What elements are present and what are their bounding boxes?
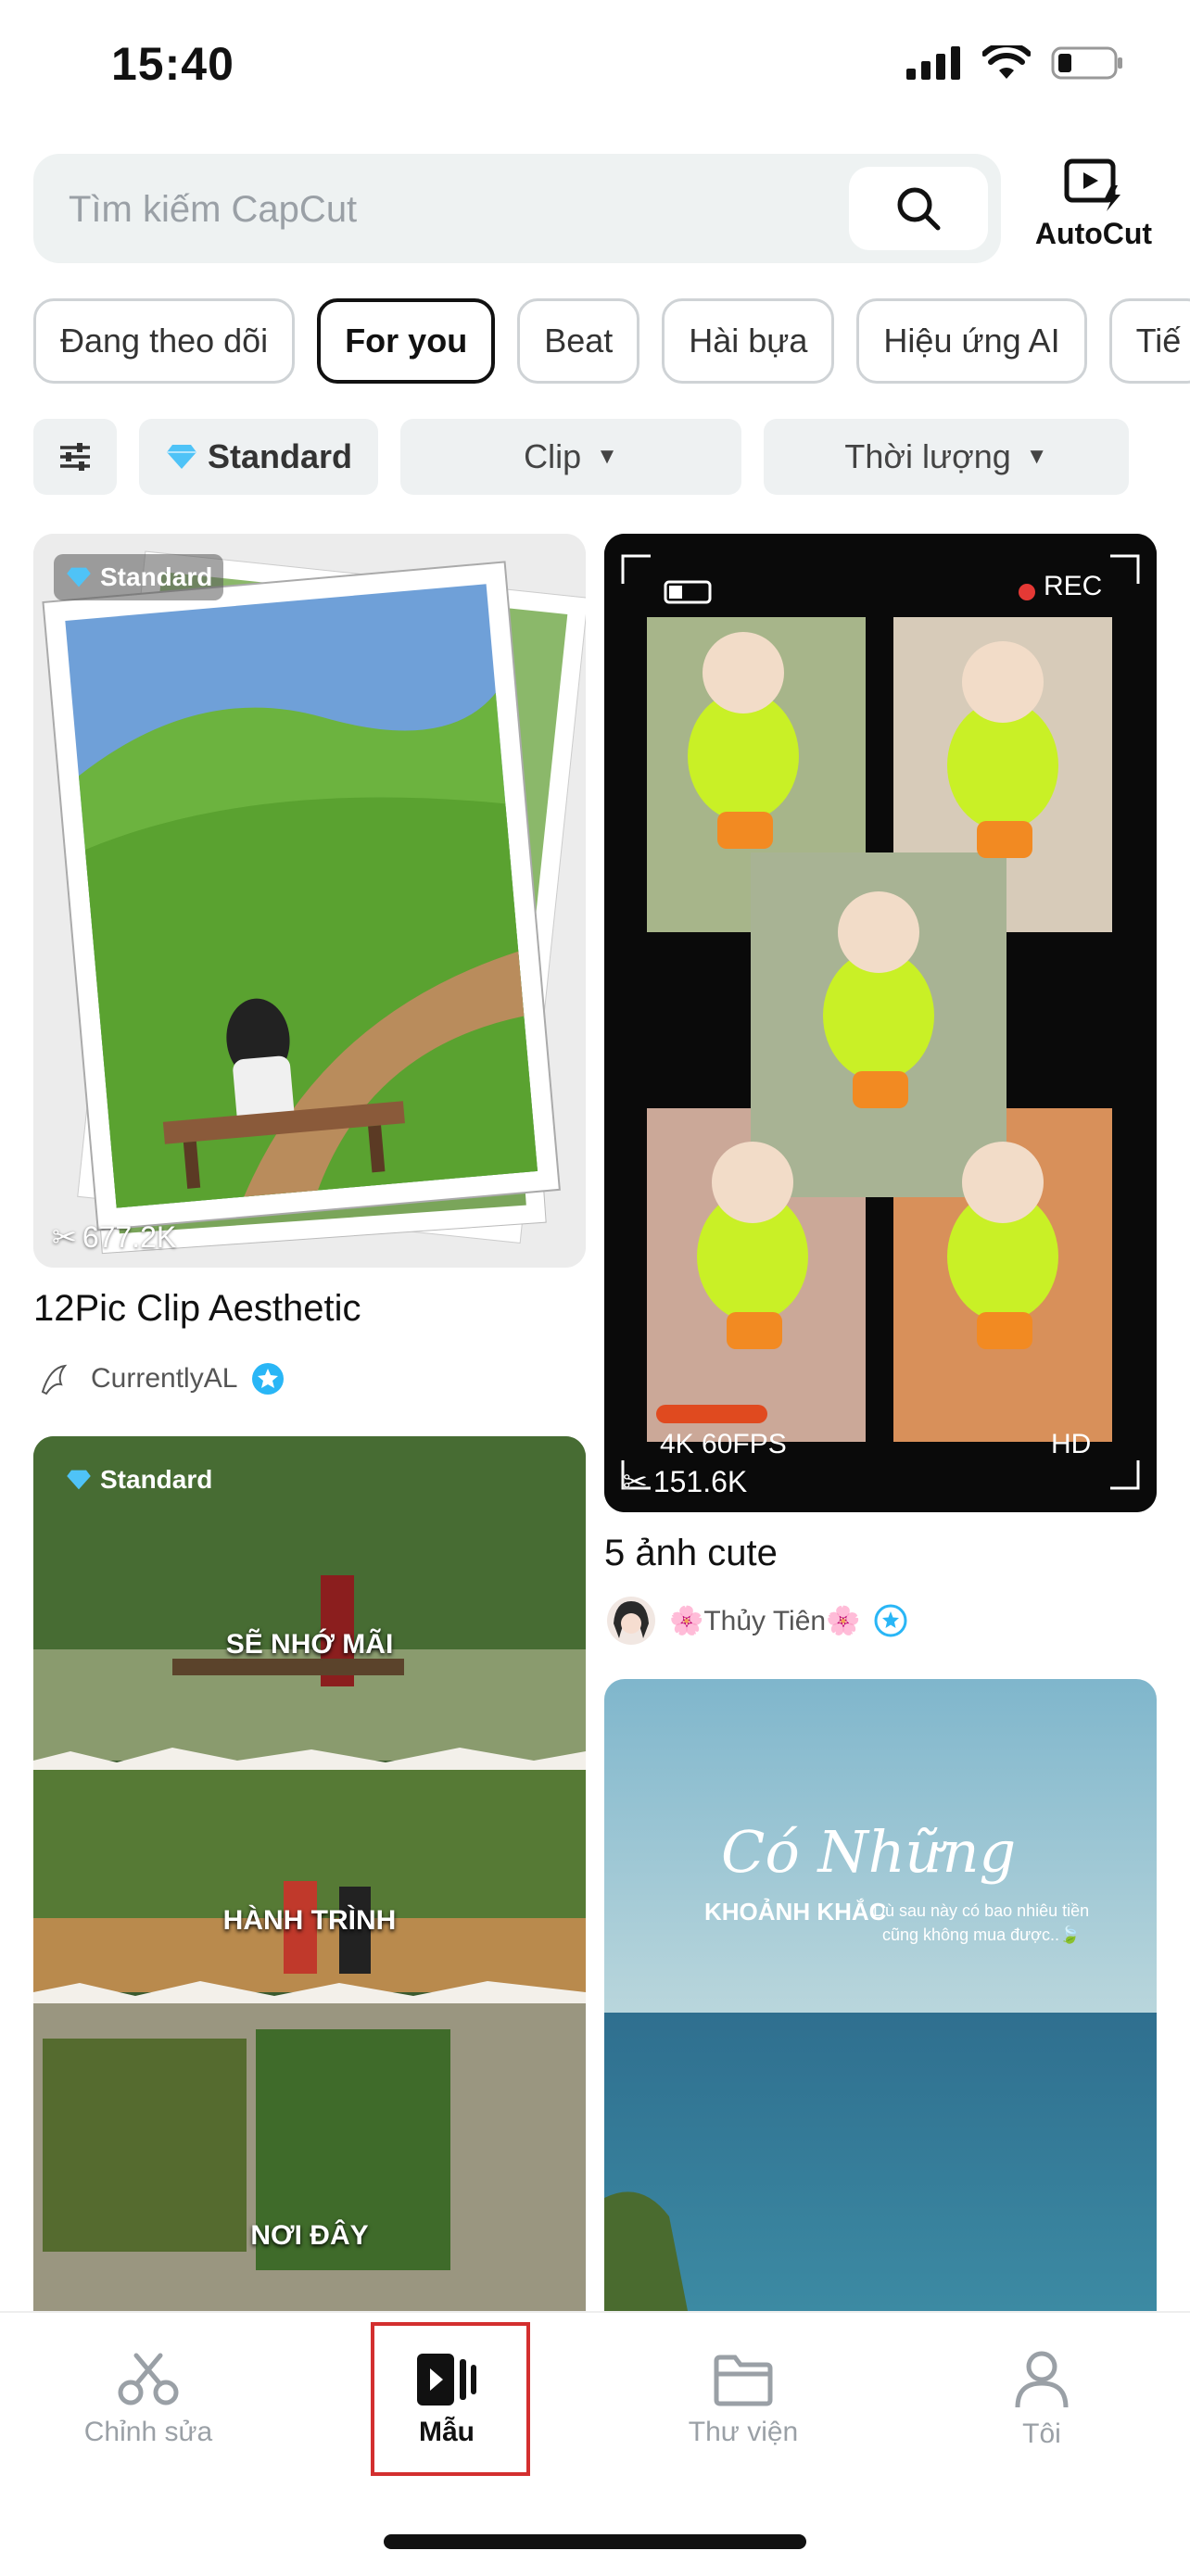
person-icon (1015, 2351, 1069, 2408)
nav-edit[interactable]: Chỉnh sửa (56, 2350, 241, 2448)
view-count: ✂ 151.6K (623, 1464, 747, 1499)
view-count-value: 151.6K (652, 1464, 748, 1498)
autocut-icon (1064, 158, 1120, 211)
search-icon (897, 187, 941, 231)
folder-icon (714, 2355, 773, 2406)
tab-beat[interactable]: Beat (517, 298, 640, 384)
view-count: ✂ 677.2K (52, 1219, 176, 1255)
sliders-icon (60, 443, 90, 471)
autocut-label: AutoCut (1034, 217, 1153, 250)
card-thumbnail-3 (33, 1436, 586, 2311)
status-icons (906, 44, 1125, 82)
tab-ai-effects[interactable]: Hiệu ứng AI (856, 298, 1087, 384)
filter-settings-button[interactable] (33, 419, 117, 495)
card-thumbnail-4 (604, 1679, 1157, 2311)
highlight-box (371, 2322, 530, 2476)
rec-label: REC (1044, 571, 1103, 601)
tab-for-you[interactable]: For you (317, 298, 496, 384)
search-input[interactable] (67, 154, 830, 265)
filter-standard[interactable]: Standard (139, 419, 378, 495)
scissors-icon (118, 2353, 179, 2406)
card-title[interactable]: 12Pic Clip Aesthetic (33, 1288, 361, 1330)
scissors-icon: ✂ (623, 1465, 648, 1498)
fps-label: 4K 60FPS (660, 1429, 787, 1459)
standard-badge-label: Standard (100, 1465, 213, 1494)
nav-library[interactable]: Thư viện (651, 2350, 836, 2448)
template-card[interactable]: Có Những KHOẢNH KHẮC Dù sau này có bao n… (604, 1679, 1157, 2311)
template-card[interactable]: Standard SẼ NHỚ MÃI HÀNH TRÌNH NƠI ĐÂY (33, 1436, 586, 2311)
wifi-icon (982, 45, 1031, 79)
caption: Dù sau này có bao nhiêu tiền (873, 1901, 1090, 1920)
diamond-icon (67, 567, 91, 587)
author-row[interactable]: CurrentlyAL (37, 1358, 285, 1399)
filter-duration-label: Thời lượng (844, 437, 1011, 475)
author-avatar-icon (41, 1364, 68, 1395)
diamond-icon (67, 1470, 91, 1490)
search-bar (33, 154, 1001, 265)
diamond-icon (166, 445, 196, 469)
caret-down-icon: ▼ (1025, 444, 1048, 469)
author-name: CurrentlyAL (91, 1363, 238, 1394)
home-indicator (384, 2534, 806, 2549)
template-card[interactable]: Standard ✂ 677.2K (33, 534, 586, 1268)
signal-icon (906, 46, 960, 80)
scissors-icon: ✂ (52, 1220, 77, 1254)
filter-standard-label: Standard (207, 437, 353, 475)
status-time: 15:40 (111, 38, 234, 90)
subtitle: KHOẢNH KHẮC (704, 1898, 887, 1926)
card-thumbnail-2 (604, 534, 1157, 1512)
overlay-text: SẼ NHỚ MÃI (225, 1629, 394, 1660)
filter-clip-dropdown[interactable]: Clip ▼ (400, 419, 741, 495)
filter-clip-label: Clip (524, 437, 582, 475)
script-title: Có Những (721, 1818, 1017, 1886)
battery-icon (1051, 46, 1122, 80)
tab-more[interactable]: Tiế (1108, 298, 1190, 384)
nav-label: Chỉnh sửa (83, 2417, 213, 2447)
caret-down-icon: ▼ (596, 444, 618, 469)
author-row[interactable]: 🌸Thủy Tiên🌸 (606, 1596, 908, 1646)
autocut-button[interactable]: AutoCut (1019, 158, 1168, 251)
hd-label: HD (1051, 1429, 1092, 1459)
overlay-text: HÀNH TRÌNH (222, 1905, 397, 1936)
standard-badge: Standard (54, 1457, 223, 1503)
nav-label: Thư viện (688, 2417, 799, 2447)
view-count-value: 677.2K (82, 1219, 177, 1254)
standard-badge-label: Standard (100, 562, 213, 591)
verified-badge-icon (874, 1604, 907, 1637)
avatar (607, 1597, 655, 1645)
tab-funny[interactable]: Hài bựa (662, 298, 835, 384)
verified-badge-icon (252, 1363, 285, 1395)
template-card[interactable]: REC 4K 60FPS HD ✂ 151.6K (604, 534, 1157, 1512)
tab-following[interactable]: Đang theo dõi (33, 298, 296, 384)
caption: cũng không mua được..🍃 (882, 1926, 1081, 1944)
filter-duration-dropdown[interactable]: Thời lượng ▼ (764, 419, 1129, 495)
author-name: 🌸Thủy Tiên🌸 (669, 1605, 861, 1636)
card-thumbnail-1 (33, 534, 586, 1268)
nav-profile[interactable]: Tôi (949, 2350, 1134, 2450)
standard-badge: Standard (54, 554, 224, 600)
search-button[interactable] (849, 167, 988, 250)
overlay-text: NƠI ĐÂY (250, 2220, 369, 2251)
card-title[interactable]: 5 ảnh cute (604, 1533, 778, 1574)
nav-label: Tôi (1022, 2418, 1061, 2449)
category-tabs: Đang theo dõi For you Beat Hài bựa Hiệu … (33, 298, 1190, 384)
